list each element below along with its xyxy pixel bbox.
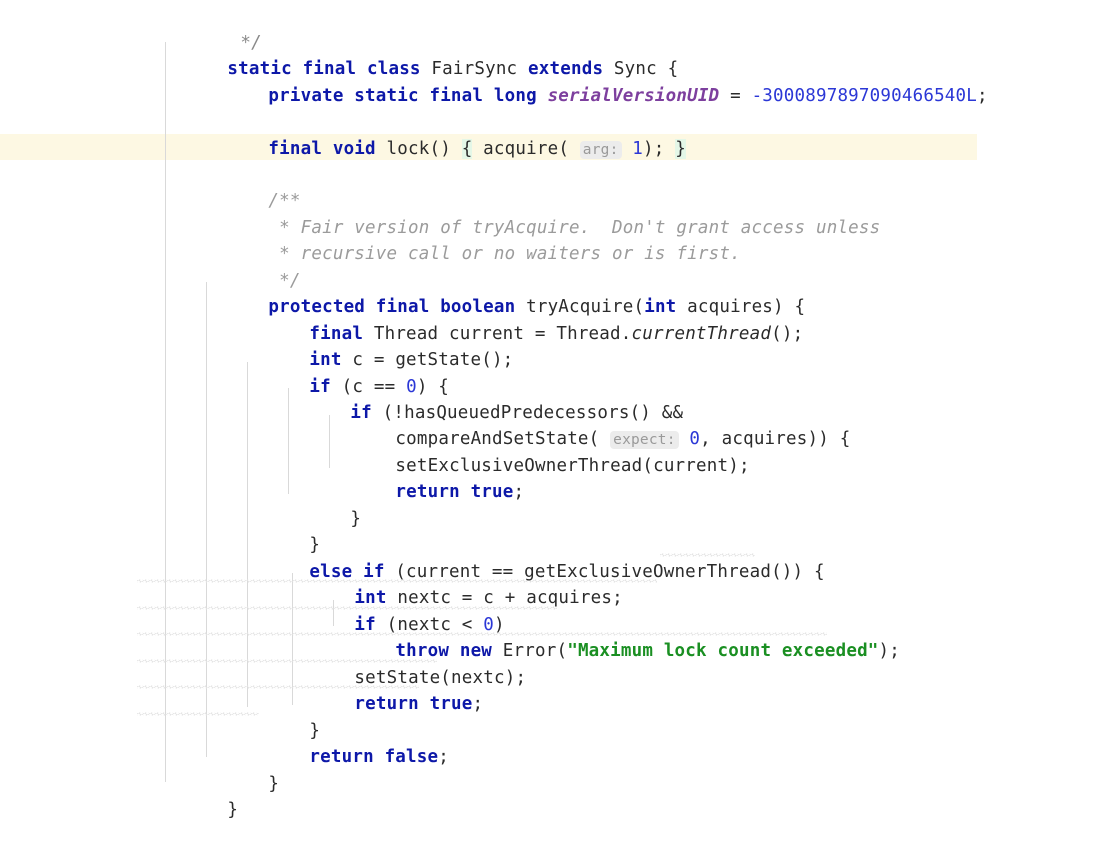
code-line[interactable]: else if (current == getExclusiveOwnerThr…: [245, 532, 825, 582]
code-line[interactable]: return true;: [290, 664, 483, 714]
code-token-string: "Maximum lock count exceeded": [567, 640, 879, 661]
code-token-static-field: serialVersionUID: [547, 85, 720, 106]
code-line[interactable]: protected final boolean tryAcquire(int a…: [204, 267, 805, 317]
code-line[interactable]: */: [176, 3, 262, 53]
code-token-punct: );: [643, 138, 676, 159]
code-token-punct: ;: [513, 481, 525, 502]
code-line[interactable]: return true;: [331, 452, 524, 502]
code-token-punct: ;: [472, 693, 484, 714]
code-line[interactable]: * recursive call or no waiters or is fir…: [204, 214, 741, 264]
code-line[interactable]: int c = getState();: [245, 320, 513, 370]
code-line[interactable]: if (!hasQueuedPredecessors() &&: [286, 373, 683, 423]
code-token-javadoc: * recursive call or no waiters or is fir…: [268, 243, 741, 264]
code-line[interactable]: setExclusiveOwnerThread(current);: [331, 426, 750, 476]
code-token-punct: ;: [438, 746, 450, 767]
code-token-method: lock(): [386, 138, 462, 159]
code-line[interactable]: throw new Error("Maximum lock count exce…: [331, 611, 900, 661]
code-token-punct: );: [878, 640, 901, 661]
code-token-number: -3000897897090466540L: [751, 85, 978, 106]
code-token-keyword: return true: [395, 481, 514, 502]
code-token-static-method: currentThread: [631, 323, 772, 344]
code-token-method: acquire(: [472, 138, 580, 159]
code-editor-viewport[interactable]: */ static final class FairSync extends S…: [0, 0, 1112, 820]
code-line[interactable]: private static final long serialVersionU…: [204, 56, 988, 106]
code-line[interactable]: static final class FairSync extends Sync…: [163, 29, 678, 79]
code-token-number: 1: [621, 138, 644, 159]
code-line[interactable]: }: [245, 505, 320, 555]
code-token-keyword: final void: [268, 138, 387, 159]
bracket-match-highlight-close: }: [675, 138, 686, 159]
code-line[interactable]: }: [204, 744, 279, 794]
code-line[interactable]: */: [204, 241, 301, 291]
code-line[interactable]: final Thread current = Thread.currentThr…: [245, 294, 803, 344]
inlay-hint-arg[interactable]: arg:: [579, 140, 622, 159]
code-line[interactable]: final void lock() { acquire( arg: 1); }: [204, 109, 686, 159]
code-token-keyword: return true: [354, 693, 473, 714]
code-line[interactable]: if (nextc < 0): [290, 585, 505, 635]
code-line[interactable]: /**: [204, 161, 301, 211]
code-line[interactable]: if (c == 0) {: [245, 347, 449, 397]
code-token-punct: ();: [771, 323, 804, 344]
code-token-brace: }: [350, 508, 362, 529]
code-line[interactable]: compareAndSetState( expect: 0, acquires)…: [331, 399, 850, 449]
bracket-match-highlight-open: {: [461, 138, 473, 159]
code-line[interactable]: setState(nextc);: [290, 638, 526, 688]
code-line[interactable]: }: [286, 479, 361, 529]
code-line[interactable]: }: [163, 770, 238, 820]
squiggle-underline: [137, 712, 259, 716]
code-token-brace: }: [227, 799, 239, 820]
code-line[interactable]: }: [245, 691, 320, 741]
code-line[interactable]: * Fair version of tryAcquire. Don't gran…: [204, 188, 880, 238]
code-token-brace: }: [268, 773, 280, 794]
indent-guide: [165, 42, 166, 782]
code-token-punct: ;: [977, 85, 988, 106]
code-line[interactable]: int nextc = c + acquires;: [290, 558, 623, 608]
code-token-keyword: return false: [309, 746, 439, 767]
code-token-operator: =: [719, 85, 752, 106]
code-line[interactable]: return false;: [245, 717, 449, 767]
indent-guide: [206, 282, 207, 757]
code-token-keyword: private static final long: [268, 85, 548, 106]
